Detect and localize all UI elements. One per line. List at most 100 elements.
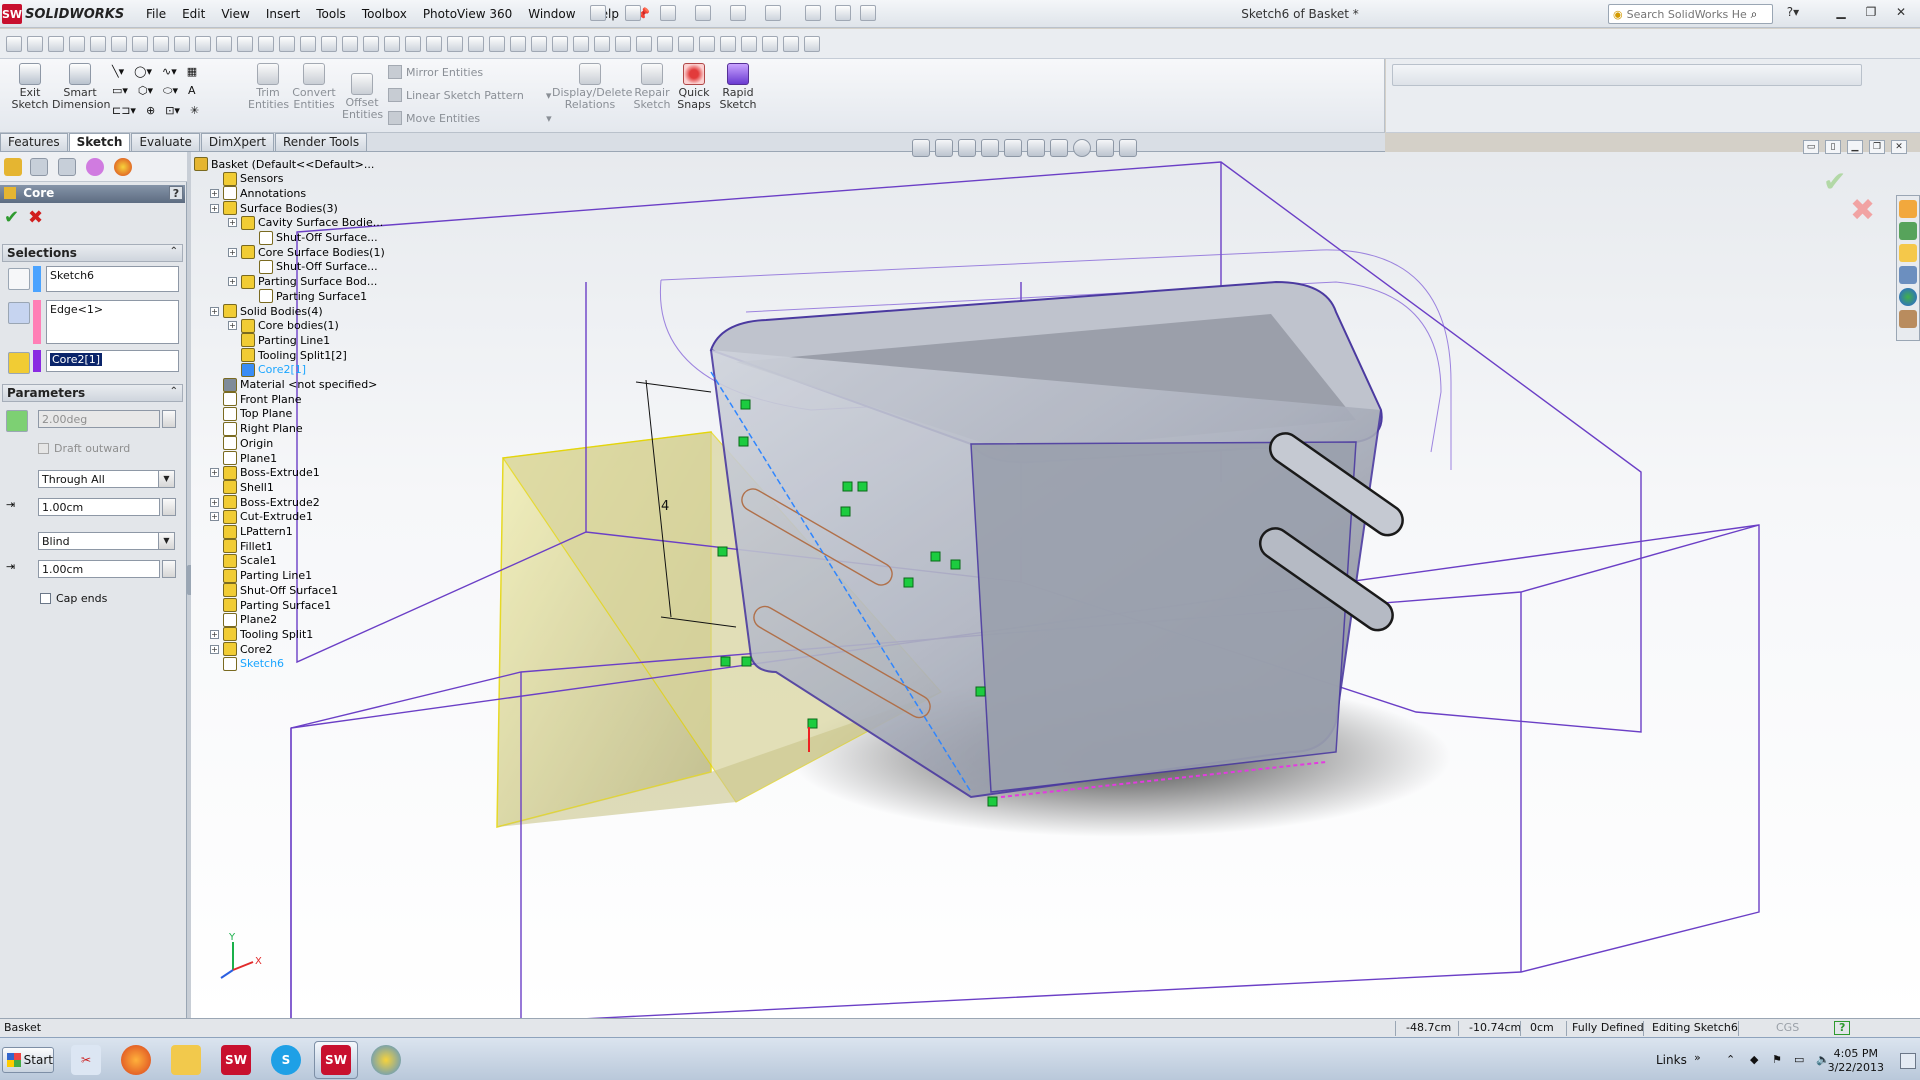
tree-item[interactable]: + Parting Surface Bod...	[228, 274, 377, 289]
snipping-tool-button[interactable]: ✂	[64, 1041, 108, 1079]
select-icon[interactable]	[765, 5, 781, 21]
menu-photoview[interactable]: PhotoView 360	[415, 6, 520, 22]
tree-item[interactable]: Parting Surface1	[246, 289, 367, 304]
solidworks-resources-icon[interactable]	[1899, 200, 1917, 218]
undo-icon[interactable]	[730, 5, 746, 21]
trim-icon[interactable]	[300, 36, 316, 52]
tree-item[interactable]: Material <not specified>	[210, 377, 377, 392]
help-menu-icon[interactable]: ?▾	[1782, 5, 1804, 21]
viewport-restore-button[interactable]: ❐	[1869, 140, 1885, 154]
rapid-sketch-button[interactable]: Rapid Sketch	[718, 63, 758, 111]
split-icon[interactable]	[342, 36, 358, 52]
menu-view[interactable]: View	[213, 6, 257, 22]
dimxpert-manager-icon[interactable]	[86, 158, 104, 176]
tree-item[interactable]: + Tooling Split1	[210, 627, 313, 642]
feature-icon[interactable]	[573, 36, 589, 52]
surface-icon[interactable]	[594, 36, 610, 52]
edge-selection-box[interactable]: Edge<1>	[46, 300, 179, 344]
view-palette-icon[interactable]	[1899, 266, 1917, 284]
circle-tool-icon[interactable]: ◯▾	[134, 65, 152, 78]
status-units[interactable]: CGS	[1772, 1021, 1803, 1034]
skype-button[interactable]: S	[264, 1041, 308, 1079]
status-help-button[interactable]: ?	[1834, 1021, 1851, 1035]
model-view[interactable]: 4 Y X	[191, 152, 1920, 1018]
depth-2-input[interactable]: 1.00cm	[38, 560, 160, 578]
mold-icon[interactable]	[615, 36, 631, 52]
feature-manager-icon[interactable]	[4, 158, 22, 176]
tab-features[interactable]: Features	[0, 133, 68, 151]
close-button[interactable]: ✕	[1890, 5, 1912, 21]
move-icon[interactable]	[405, 36, 421, 52]
system-clock[interactable]: 4:05 PM 3/22/2013	[1828, 1047, 1884, 1075]
menu-window[interactable]: Window	[520, 6, 583, 22]
tab-evaluate[interactable]: Evaluate	[131, 133, 200, 151]
rebuild-icon[interactable]	[805, 5, 821, 21]
repair-sketch-button[interactable]: Repair Sketch	[632, 63, 672, 111]
rib-icon[interactable]	[678, 36, 694, 52]
apply-scene-icon[interactable]	[1096, 139, 1114, 157]
offset-entities-button[interactable]: Offset Entities	[342, 73, 383, 121]
file-properties-icon[interactable]	[835, 5, 851, 21]
sketch-icon[interactable]	[27, 36, 43, 52]
tree-item[interactable]: Tooling Split1[2]	[228, 348, 347, 363]
firefox-button[interactable]	[114, 1041, 158, 1079]
tree-item[interactable]: Scale1	[210, 553, 277, 568]
expand-toggle-icon[interactable]: +	[210, 468, 219, 478]
paint-button[interactable]	[364, 1041, 408, 1079]
shell-icon[interactable]	[657, 36, 673, 52]
tree-item[interactable]: Basket (Default<<Default>...	[194, 157, 374, 171]
rectangle-tool-icon[interactable]: ▭▾	[112, 84, 128, 98]
spline-icon[interactable]	[132, 36, 148, 52]
tree-item[interactable]: Sensors	[210, 171, 283, 186]
draft-icon[interactable]	[6, 410, 28, 432]
configuration-manager-icon[interactable]	[58, 158, 76, 176]
selections-group-header[interactable]: Selections ⌃	[2, 244, 183, 262]
file-explorer-icon[interactable]	[1899, 244, 1917, 262]
move-dropdown-icon[interactable]: ▾	[546, 112, 552, 125]
tree-item[interactable]: Core2[1]	[228, 362, 306, 377]
zoom-to-fit-icon[interactable]	[912, 139, 930, 157]
dome-icon[interactable]	[720, 36, 736, 52]
exit-sketch-button[interactable]: Exit Sketch	[10, 63, 50, 111]
expand-toggle-icon[interactable]: +	[228, 277, 237, 287]
text-tool-icon[interactable]: A	[188, 84, 196, 98]
tab-render-tools[interactable]: Render Tools	[275, 133, 368, 151]
menu-tools[interactable]: Tools	[308, 6, 354, 22]
sketch-selection-icon[interactable]	[8, 268, 30, 290]
copy-icon[interactable]	[426, 36, 442, 52]
curves-icon[interactable]	[783, 36, 799, 52]
grid-tool-icon[interactable]: ▦	[187, 65, 197, 78]
arc-icon[interactable]	[111, 36, 127, 52]
menu-edit[interactable]: Edit	[174, 6, 213, 22]
move-entities-button[interactable]: Move Entities ▾	[388, 111, 552, 125]
extend-icon[interactable]	[321, 36, 337, 52]
spline-tool-icon[interactable]: ∿▾	[162, 65, 177, 78]
tree-item[interactable]: + Core Surface Bodies(1)	[228, 245, 385, 260]
start-button[interactable]: Start	[2, 1047, 54, 1073]
tree-item[interactable]: + Solid Bodies(4)	[210, 304, 323, 318]
viewport-close-button[interactable]: ✕	[1891, 140, 1907, 154]
search-box[interactable]: ◉ ⌕	[1608, 4, 1773, 24]
links-toolbar[interactable]: Links	[1656, 1053, 1687, 1067]
expand-toggle-icon[interactable]: +	[210, 497, 219, 507]
expand-toggle-icon[interactable]: +	[210, 188, 219, 198]
expand-toggle-icon[interactable]: +	[210, 512, 219, 522]
tab-sketch[interactable]: Sketch	[68, 133, 131, 151]
line-tool-icon[interactable]: ╲▾	[112, 65, 124, 78]
depth-1-spinner[interactable]	[162, 498, 176, 516]
scale-icon[interactable]	[468, 36, 484, 52]
hide-show-items-icon[interactable]	[1050, 139, 1068, 157]
point-icon[interactable]	[153, 36, 169, 52]
new-document-icon[interactable]	[590, 5, 606, 21]
tree-item[interactable]: + Cut-Extrude1	[210, 509, 313, 524]
circle-icon[interactable]	[90, 36, 106, 52]
edit-appearance-icon[interactable]	[1073, 139, 1091, 157]
save-icon[interactable]	[660, 5, 676, 21]
expand-toggle-icon[interactable]: +	[210, 203, 219, 213]
chamfer-icon[interactable]	[237, 36, 253, 52]
print-icon[interactable]	[695, 5, 711, 21]
view-settings-icon[interactable]	[1119, 139, 1137, 157]
ellipse-tool-icon[interactable]: ⬭▾	[163, 84, 178, 98]
trim-entities-button[interactable]: Trim Entities	[248, 63, 289, 111]
quick-snaps-button[interactable]: Quick Snaps	[676, 63, 712, 111]
